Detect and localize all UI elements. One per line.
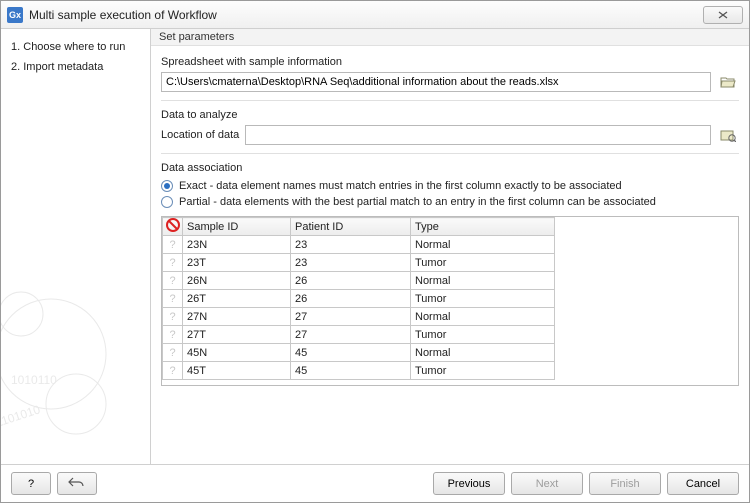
cell-type: Tumor <box>411 254 555 272</box>
table-body: ?23N23Normal?23T23Tumor?26N26Normal?26T2… <box>163 236 555 380</box>
row-status-icon: ? <box>163 290 183 308</box>
cell-patient-id: 26 <box>291 272 411 290</box>
assoc-partial-radio[interactable]: Partial - data elements with the best pa… <box>161 194 739 210</box>
location-of-data-input[interactable] <box>245 125 711 145</box>
separator <box>161 153 739 154</box>
wizard-sidebar: 1010110 01101010 1. Choose where to run … <box>1 29 151 464</box>
params-area: Spreadsheet with sample information Data… <box>151 46 749 394</box>
spreadsheet-path-input[interactable] <box>161 72 711 92</box>
cell-type: Normal <box>411 272 555 290</box>
table-row[interactable]: ?27T27Tumor <box>163 326 555 344</box>
cancel-button[interactable]: Cancel <box>667 472 739 495</box>
finish-button[interactable]: Finish <box>589 472 661 495</box>
cell-patient-id: 45 <box>291 344 411 362</box>
assoc-exact-radio[interactable]: Exact - data element names must match en… <box>161 178 739 194</box>
radio-icon <box>161 180 173 192</box>
cell-patient-id: 23 <box>291 236 411 254</box>
row-status-icon: ? <box>163 308 183 326</box>
assoc-heading: Data association <box>161 162 739 174</box>
cell-type: Tumor <box>411 326 555 344</box>
dialog-body: 1010110 01101010 1. Choose where to run … <box>1 29 749 464</box>
cell-type: Normal <box>411 344 555 362</box>
assoc-exact-label: Exact - data element names must match en… <box>179 180 622 192</box>
location-label: Location of data <box>161 129 239 141</box>
row-status-icon: ? <box>163 236 183 254</box>
sample-table-container[interactable]: Sample ID Patient ID Type ?23N23Normal?2… <box>161 216 739 386</box>
cell-sample-id: 45T <box>183 362 291 380</box>
section-header: Set parameters <box>151 29 749 46</box>
table-header-patient-id[interactable]: Patient ID <box>291 218 411 236</box>
radio-icon <box>161 196 173 208</box>
content-pane: Set parameters Spreadsheet with sample i… <box>151 29 749 464</box>
spreadsheet-browse-button[interactable] <box>717 72 739 92</box>
row-status-icon: ? <box>163 362 183 380</box>
cell-sample-id: 23T <box>183 254 291 272</box>
step-number: 1. <box>11 41 20 53</box>
cell-sample-id: 26N <box>183 272 291 290</box>
assoc-partial-label: Partial - data elements with the best pa… <box>179 196 656 208</box>
wizard-step-2[interactable]: 2. Import metadata <box>11 57 140 77</box>
row-status-icon: ? <box>163 326 183 344</box>
cell-patient-id: 27 <box>291 308 411 326</box>
close-icon <box>716 11 730 19</box>
wizard-step-1[interactable]: 1. Choose where to run <box>11 37 140 57</box>
window-title: Multi sample execution of Workflow <box>29 8 703 22</box>
cell-sample-id: 26T <box>183 290 291 308</box>
table-header-status[interactable] <box>163 218 183 236</box>
analyze-row: Location of data <box>161 125 739 145</box>
spreadsheet-row <box>161 72 739 92</box>
cell-patient-id: 26 <box>291 290 411 308</box>
cell-sample-id: 23N <box>183 236 291 254</box>
cell-type: Tumor <box>411 290 555 308</box>
undo-button[interactable] <box>57 472 97 495</box>
row-status-icon: ? <box>163 344 183 362</box>
table-header-type[interactable]: Type <box>411 218 555 236</box>
table-row[interactable]: ?26N26Normal <box>163 272 555 290</box>
table-header-sample-id[interactable]: Sample ID <box>183 218 291 236</box>
separator <box>161 100 739 101</box>
dialog-window: Gx Multi sample execution of Workflow 10… <box>0 0 750 503</box>
dialog-footer: ? Previous Next Finish Cancel <box>1 464 749 502</box>
cell-type: Normal <box>411 308 555 326</box>
row-status-icon: ? <box>163 254 183 272</box>
cell-patient-id: 23 <box>291 254 411 272</box>
sample-table: Sample ID Patient ID Type ?23N23Normal?2… <box>162 217 555 380</box>
table-header: Sample ID Patient ID Type <box>163 218 555 236</box>
table-row[interactable]: ?23N23Normal <box>163 236 555 254</box>
cell-patient-id: 45 <box>291 362 411 380</box>
folder-open-icon <box>720 75 736 89</box>
app-icon: Gx <box>7 7 23 23</box>
table-row[interactable]: ?45N45Normal <box>163 344 555 362</box>
wizard-steps: 1. Choose where to run 2. Import metadat… <box>11 37 140 77</box>
table-row[interactable]: ?23T23Tumor <box>163 254 555 272</box>
next-button[interactable]: Next <box>511 472 583 495</box>
window-close-button[interactable] <box>703 6 743 24</box>
cell-sample-id: 27T <box>183 326 291 344</box>
row-status-icon: ? <box>163 272 183 290</box>
cell-type: Normal <box>411 236 555 254</box>
cell-type: Tumor <box>411 362 555 380</box>
sidebar-watermark: 1010110 01101010 <box>1 254 151 464</box>
help-button[interactable]: ? <box>11 472 51 495</box>
cell-sample-id: 45N <box>183 344 291 362</box>
cell-sample-id: 27N <box>183 308 291 326</box>
step-label: Import metadata <box>23 61 103 73</box>
location-browse-button[interactable] <box>717 125 739 145</box>
undo-arrow-icon <box>67 476 87 488</box>
cell-patient-id: 27 <box>291 326 411 344</box>
step-number: 2. <box>11 61 20 73</box>
svg-text:01101010: 01101010 <box>1 402 42 432</box>
svg-text:1010110: 1010110 <box>11 373 57 387</box>
browse-folder-icon <box>720 128 736 142</box>
spreadsheet-label: Spreadsheet with sample information <box>161 56 739 68</box>
table-row[interactable]: ?45T45Tumor <box>163 362 555 380</box>
step-label: Choose where to run <box>23 41 125 53</box>
previous-button[interactable]: Previous <box>433 472 505 495</box>
table-row[interactable]: ?26T26Tumor <box>163 290 555 308</box>
analyze-heading: Data to analyze <box>161 109 739 121</box>
no-entry-icon <box>166 218 180 232</box>
titlebar: Gx Multi sample execution of Workflow <box>1 1 749 29</box>
table-row[interactable]: ?27N27Normal <box>163 308 555 326</box>
